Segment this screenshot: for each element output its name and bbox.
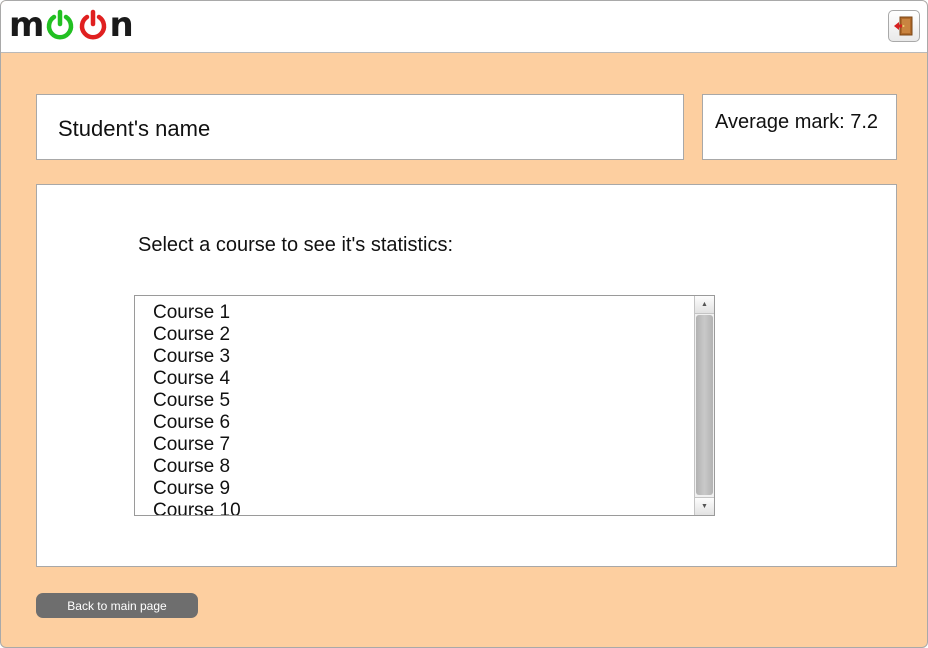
power-green-icon [47,9,74,40]
logout-button[interactable] [888,10,920,42]
app-window: m n Student's name Average mark: 7.2 Sel… [0,0,928,648]
scroll-down-arrow-icon[interactable]: ▼ [695,497,714,515]
course-items: Course 1 Course 2 Course 3 Course 4 Cour… [153,302,241,515]
course-item[interactable]: Course 2 [153,324,241,346]
course-item[interactable]: Course 8 [153,456,241,478]
course-select-prompt: Select a course to see it's statistics: [138,234,454,256]
logo-letter-n: n [109,5,133,45]
back-to-main-button[interactable]: Back to main page [36,593,198,618]
course-listbox[interactable]: Course 1 Course 2 Course 3 Course 4 Cour… [134,295,715,516]
power-red-icon [80,9,107,40]
scroll-thumb[interactable] [696,315,713,495]
logo-letter-m: m [9,5,44,45]
moodle-logo[interactable]: m n [9,5,134,45]
course-item[interactable]: Course 3 [153,346,241,368]
scroll-up-arrow-icon[interactable]: ▲ [695,296,714,314]
average-mark: Average mark: 7.2 [715,111,879,133]
average-mark-panel: Average mark: 7.2 [702,94,897,160]
course-selection-panel: Select a course to see it's statistics: … [36,184,897,567]
student-name-panel: Student's name [36,94,684,160]
course-item[interactable]: Course 6 [153,412,241,434]
course-item[interactable]: Course 4 [153,368,241,390]
course-item[interactable]: Course 1 [153,302,241,324]
listbox-scrollbar[interactable]: ▲ ▼ [694,296,714,515]
course-item[interactable]: Course 5 [153,390,241,412]
door-exit-icon [894,16,913,36]
course-item[interactable]: Course 10 [153,500,241,515]
header-bar: m n [1,1,927,53]
course-item[interactable]: Course 7 [153,434,241,456]
student-name: Student's name [58,116,211,141]
course-item[interactable]: Course 9 [153,478,241,500]
